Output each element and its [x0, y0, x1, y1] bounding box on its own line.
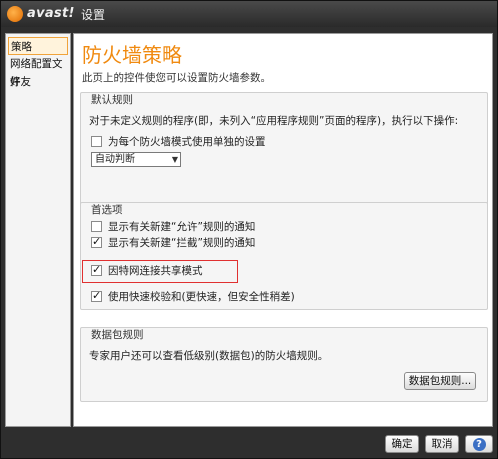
pref-fast-checksum-checkbox[interactable]: [91, 289, 102, 302]
sidebar-item-network-profiles[interactable]: 网络配置文件: [6, 55, 70, 88]
group-title-default-rules: 默认规则: [91, 94, 133, 106]
checkbox-label: 为每个防火墙模式使用单独的设置: [108, 136, 266, 148]
main-panel: 防火墙策略 此页上的控件使您可以设置防火墙参数。 默认规则 对于未定义规则的程序…: [73, 33, 493, 427]
page-description: 此页上的控件使您可以设置防火墙参数。: [82, 72, 271, 84]
group-title-packet-rules: 数据包规则: [91, 329, 144, 341]
checkbox-label: 使用快速校验和(更快速，但安全性稍差): [108, 291, 295, 303]
help-icon: ?: [472, 438, 486, 451]
cancel-button[interactable]: 取消: [425, 435, 459, 453]
default-action-select[interactable]: 自动判断 ▼: [91, 152, 181, 167]
default-rules-description: 对于未定义规则的程序(即，未列入“应用程序规则”页面的程序)，执行以下操作:: [89, 115, 459, 127]
pref-block-notify-checkbox[interactable]: [91, 235, 102, 248]
avast-logo: avast!: [7, 5, 75, 23]
ok-button[interactable]: 确定: [385, 435, 419, 453]
avast-ball-icon: [7, 6, 23, 22]
pref-allow-notify-checkbox[interactable]: [91, 221, 102, 232]
sidebar-item-policy[interactable]: 策略: [8, 37, 68, 55]
pref-allow-notify-row[interactable]: 显示有关新建“允许”规则的通知: [91, 221, 255, 235]
sidebar-item-friends[interactable]: 好友: [6, 73, 70, 91]
group-title-preferences: 首选项: [91, 204, 123, 216]
separate-settings-checkbox[interactable]: [91, 136, 102, 147]
annotation-highlight-box: [82, 260, 238, 283]
pref-block-notify-row[interactable]: 显示有关新建“拦截”规则的通知: [91, 235, 256, 251]
pref-fast-checksum-row[interactable]: 使用快速校验和(更快速，但安全性稍差): [91, 289, 295, 305]
help-button[interactable]: ?: [465, 435, 493, 453]
preferences-group: 首选项 显示有关新建“允许”规则的通知 显示有关新建“拦截”规则的通知 因特网连…: [80, 202, 488, 310]
footer-bar: 确定 取消 ?: [1, 429, 497, 459]
packet-rules-button[interactable]: 数据包规则...: [404, 372, 476, 390]
window-title: 设置: [81, 8, 106, 22]
separate-settings-checkbox-row[interactable]: 为每个防火墙模式使用单独的设置: [91, 136, 266, 150]
default-rules-group: 默认规则 对于未定义规则的程序(即，未列入“应用程序规则”页面的程序)，执行以下…: [80, 92, 488, 214]
checkbox-label: 显示有关新建“允许”规则的通知: [108, 221, 256, 233]
settings-window: avast! 设置 策略 网络配置文件 好友 防火墙策略 此页上的控件使您可以设…: [0, 0, 498, 459]
title-bar: avast! 设置: [1, 1, 497, 27]
chevron-down-icon: ▼: [171, 155, 178, 164]
packet-rules-group: 数据包规则 专家用户还可以查看低级别(数据包)的防火墙规则。: [80, 327, 488, 402]
select-value: 自动判断: [95, 154, 135, 165]
logo-text: avast!: [27, 6, 75, 21]
checkbox-label: 显示有关新建“拦截”规则的通知: [108, 237, 256, 249]
packet-rules-description: 专家用户还可以查看低级别(数据包)的防火墙规则。: [89, 350, 329, 362]
sidebar: 策略 网络配置文件 好友: [5, 33, 71, 427]
page-title: 防火墙策略: [82, 43, 182, 67]
